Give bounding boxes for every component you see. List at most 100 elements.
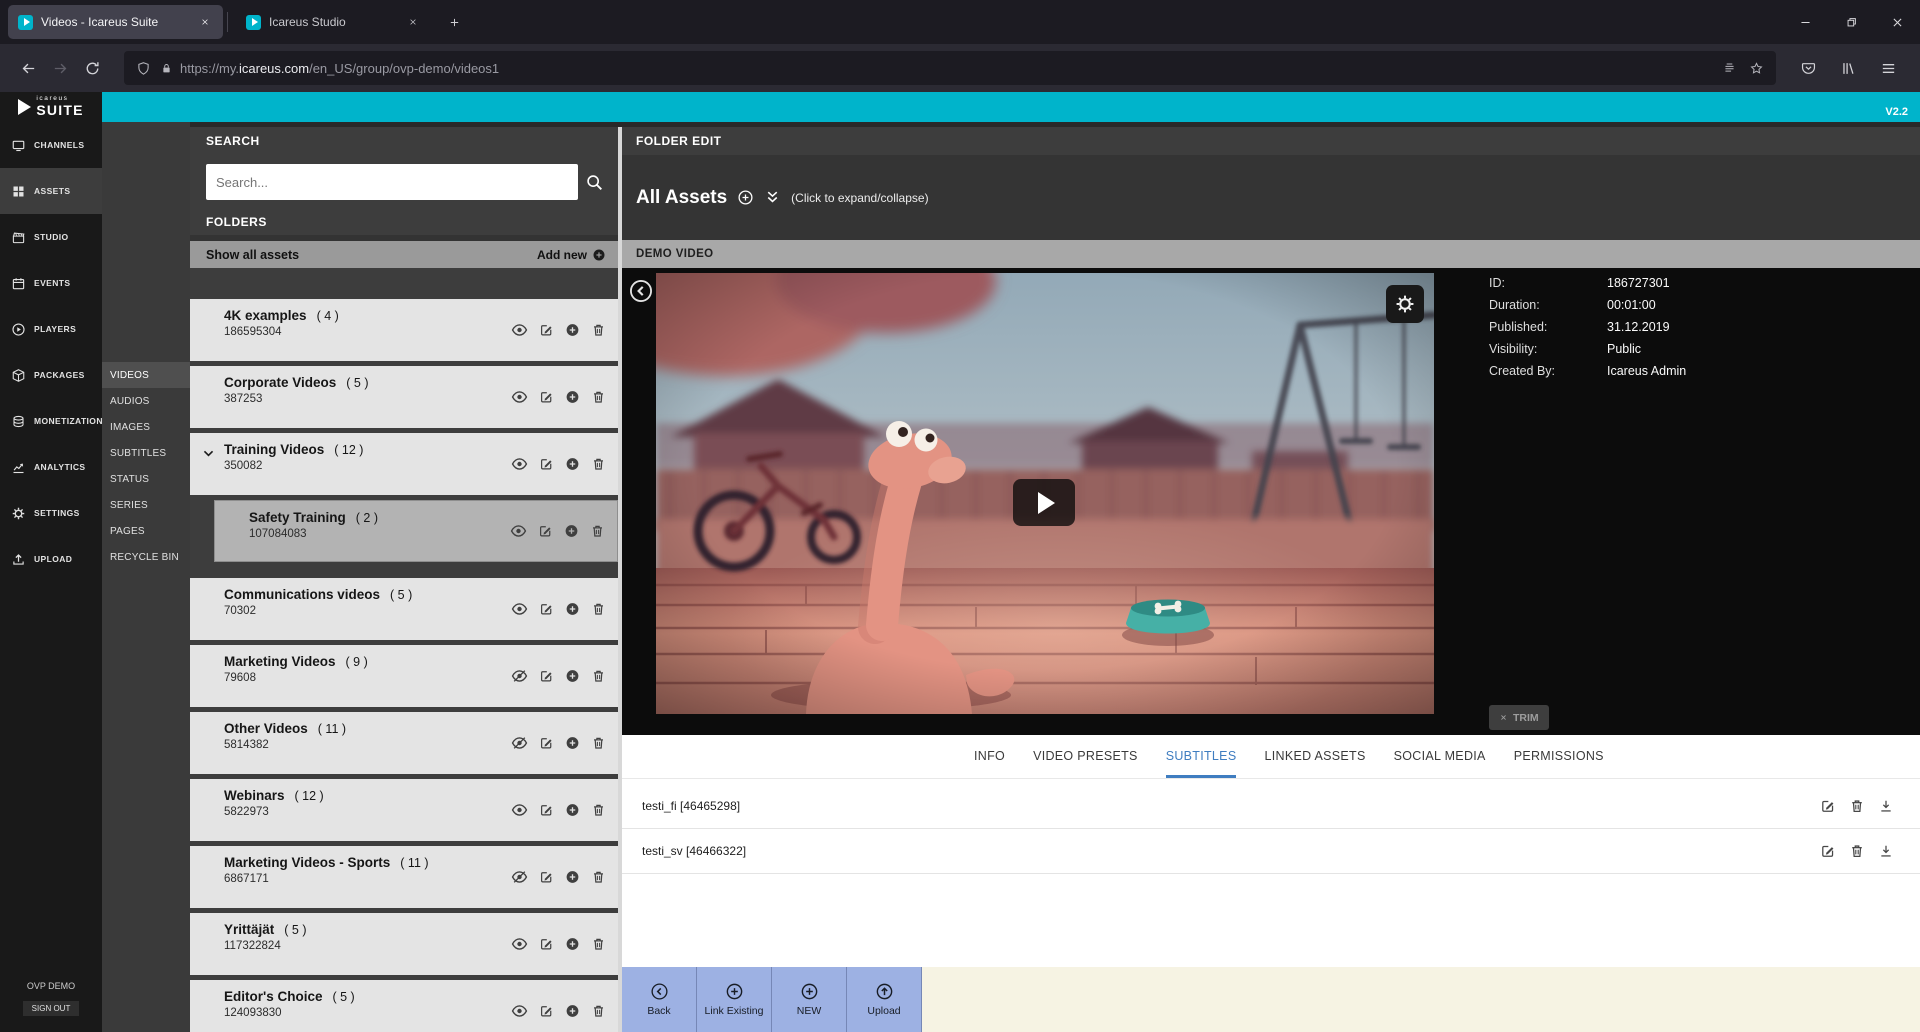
subnav-item-status[interactable]: STATUS — [102, 466, 190, 492]
edit-icon[interactable] — [539, 870, 554, 885]
sidebar-item-studio[interactable]: STUDIO — [0, 214, 102, 260]
add-new-folder-button[interactable]: Add new — [537, 248, 606, 262]
tab-social-media[interactable]: SOCIAL MEDIA — [1394, 735, 1486, 778]
add-icon[interactable] — [565, 803, 580, 818]
add-icon[interactable] — [565, 870, 580, 885]
sidebar-item-upload[interactable]: UPLOAD — [0, 536, 102, 582]
trash-icon[interactable] — [591, 602, 606, 617]
back-circle-icon[interactable] — [628, 278, 654, 304]
subnav-item-subtitles[interactable]: SUBTITLES — [102, 440, 190, 466]
trash-icon[interactable] — [591, 803, 606, 818]
trash-icon[interactable] — [1849, 843, 1865, 859]
subnav-item-videos[interactable]: VIDEOS — [102, 362, 190, 388]
eye-icon[interactable] — [511, 389, 528, 406]
trash-icon[interactable] — [591, 870, 606, 885]
eye-icon[interactable] — [511, 322, 528, 339]
new-tab-button[interactable] — [439, 7, 469, 37]
tab-subtitles[interactable]: SUBTITLES — [1166, 735, 1237, 778]
edit-icon[interactable] — [539, 736, 554, 751]
player-settings-button[interactable] — [1386, 285, 1424, 323]
edit-icon[interactable] — [1820, 798, 1836, 814]
eye-icon[interactable] — [511, 1003, 528, 1020]
edit-icon[interactable] — [539, 1004, 554, 1019]
folder-row[interactable]: Marketing Videos( 9 ) 79608 — [190, 645, 618, 707]
trash-icon[interactable] — [590, 524, 605, 539]
tracking-shield-icon[interactable] — [136, 61, 151, 76]
back-button[interactable] — [12, 52, 44, 84]
back-action-button[interactable]: Back — [622, 967, 697, 1032]
edit-icon[interactable] — [539, 803, 554, 818]
library-icon[interactable] — [1834, 52, 1862, 84]
sidebar-item-events[interactable]: EVENTS — [0, 260, 102, 306]
browser-tab-active[interactable]: Videos - Icareus Suite — [8, 5, 223, 39]
sidebar-item-monetization[interactable]: MONETIZATION — [0, 398, 102, 444]
browser-tab-inactive[interactable]: Icareus Studio — [236, 5, 431, 39]
folder-row[interactable]: Marketing Videos - Sports( 11 ) 6867171 — [190, 846, 618, 908]
play-button[interactable] — [1013, 479, 1075, 526]
tab-video-presets[interactable]: VIDEO PRESETS — [1033, 735, 1138, 778]
eye-slash-icon[interactable] — [511, 869, 528, 886]
subnav-item-pages[interactable]: PAGES — [102, 518, 190, 544]
subtitle-row[interactable]: testi_sv [46466322] — [622, 829, 1920, 874]
eye-icon[interactable] — [511, 802, 528, 819]
bookmark-star-icon[interactable] — [1749, 61, 1764, 76]
tab-linked-assets[interactable]: LINKED ASSETS — [1264, 735, 1365, 778]
sidebar-item-channels[interactable]: CHANNELS — [0, 122, 102, 168]
eye-icon[interactable] — [511, 456, 528, 473]
edit-icon[interactable] — [1820, 843, 1836, 859]
tab-close-icon[interactable] — [405, 14, 421, 30]
tab-permissions[interactable]: PERMISSIONS — [1514, 735, 1604, 778]
forward-button[interactable] — [44, 52, 76, 84]
search-input[interactable] — [206, 164, 578, 200]
folder-row[interactable]: 4K examples( 4 ) 186595304 — [190, 299, 618, 361]
menu-icon[interactable] — [1874, 52, 1902, 84]
add-asset-icon[interactable] — [737, 189, 754, 206]
show-all-assets-row[interactable]: Show all assets Add new — [190, 241, 618, 268]
window-restore-button[interactable] — [1828, 0, 1874, 44]
folder-row[interactable]: Yrittäjät( 5 ) 117322824 — [190, 913, 618, 975]
add-icon[interactable] — [565, 602, 580, 617]
folder-row-expanded[interactable]: Training Videos( 12 ) 350082 — [190, 433, 618, 495]
tab-close-icon[interactable] — [197, 14, 213, 30]
folder-row[interactable]: Other Videos( 11 ) 5814382 — [190, 712, 618, 774]
eye-slash-icon[interactable] — [511, 735, 528, 752]
folder-row-selected[interactable]: Safety Training( 2 ) 107084083 — [214, 500, 618, 562]
add-icon[interactable] — [565, 669, 580, 684]
trash-icon[interactable] — [591, 457, 606, 472]
pocket-icon[interactable] — [1794, 52, 1822, 84]
sidebar-item-packages[interactable]: PACKAGES — [0, 352, 102, 398]
download-icon[interactable] — [1878, 798, 1894, 814]
new-button[interactable]: NEW — [772, 967, 847, 1032]
sidebar-item-players[interactable]: PLAYERS — [0, 306, 102, 352]
edit-icon[interactable] — [539, 390, 554, 405]
expand-collapse-icon[interactable] — [764, 189, 781, 206]
reader-mode-icon[interactable] — [1722, 61, 1737, 76]
folder-row[interactable]: Editor's Choice( 5 ) 124093830 — [190, 980, 618, 1032]
trash-icon[interactable] — [591, 937, 606, 952]
window-minimize-button[interactable] — [1782, 0, 1828, 44]
sign-out-button[interactable]: SIGN OUT — [23, 1001, 80, 1016]
download-icon[interactable] — [1878, 843, 1894, 859]
eye-slash-icon[interactable] — [511, 668, 528, 685]
edit-icon[interactable] — [539, 323, 554, 338]
link-existing-button[interactable]: Link Existing — [697, 967, 772, 1032]
eye-icon[interactable] — [510, 523, 527, 540]
tab-info[interactable]: INFO — [974, 735, 1005, 778]
url-bar[interactable]: https://my.icareus.com/en_US/group/ovp-d… — [124, 51, 1776, 85]
subtitle-row[interactable]: testi_fi [46465298] — [622, 784, 1920, 829]
trash-icon[interactable] — [1849, 798, 1865, 814]
trash-icon[interactable] — [591, 736, 606, 751]
folder-row[interactable]: Webinars( 12 ) 5822973 — [190, 779, 618, 841]
search-icon[interactable] — [578, 164, 610, 200]
subnav-item-series[interactable]: SERIES — [102, 492, 190, 518]
eye-icon[interactable] — [511, 936, 528, 953]
sidebar-item-assets[interactable]: ASSETS — [0, 168, 102, 214]
subnav-item-recycle-bin[interactable]: RECYCLE BIN — [102, 544, 190, 570]
trash-icon[interactable] — [591, 390, 606, 405]
lock-icon[interactable] — [160, 62, 173, 75]
chevron-down-icon[interactable] — [201, 446, 216, 461]
folder-row[interactable]: Communications videos( 5 ) 70302 — [190, 578, 618, 640]
folder-row[interactable]: Corporate Videos( 5 ) 387253 — [190, 366, 618, 428]
add-icon[interactable] — [565, 1004, 580, 1019]
reload-button[interactable] — [76, 52, 108, 84]
